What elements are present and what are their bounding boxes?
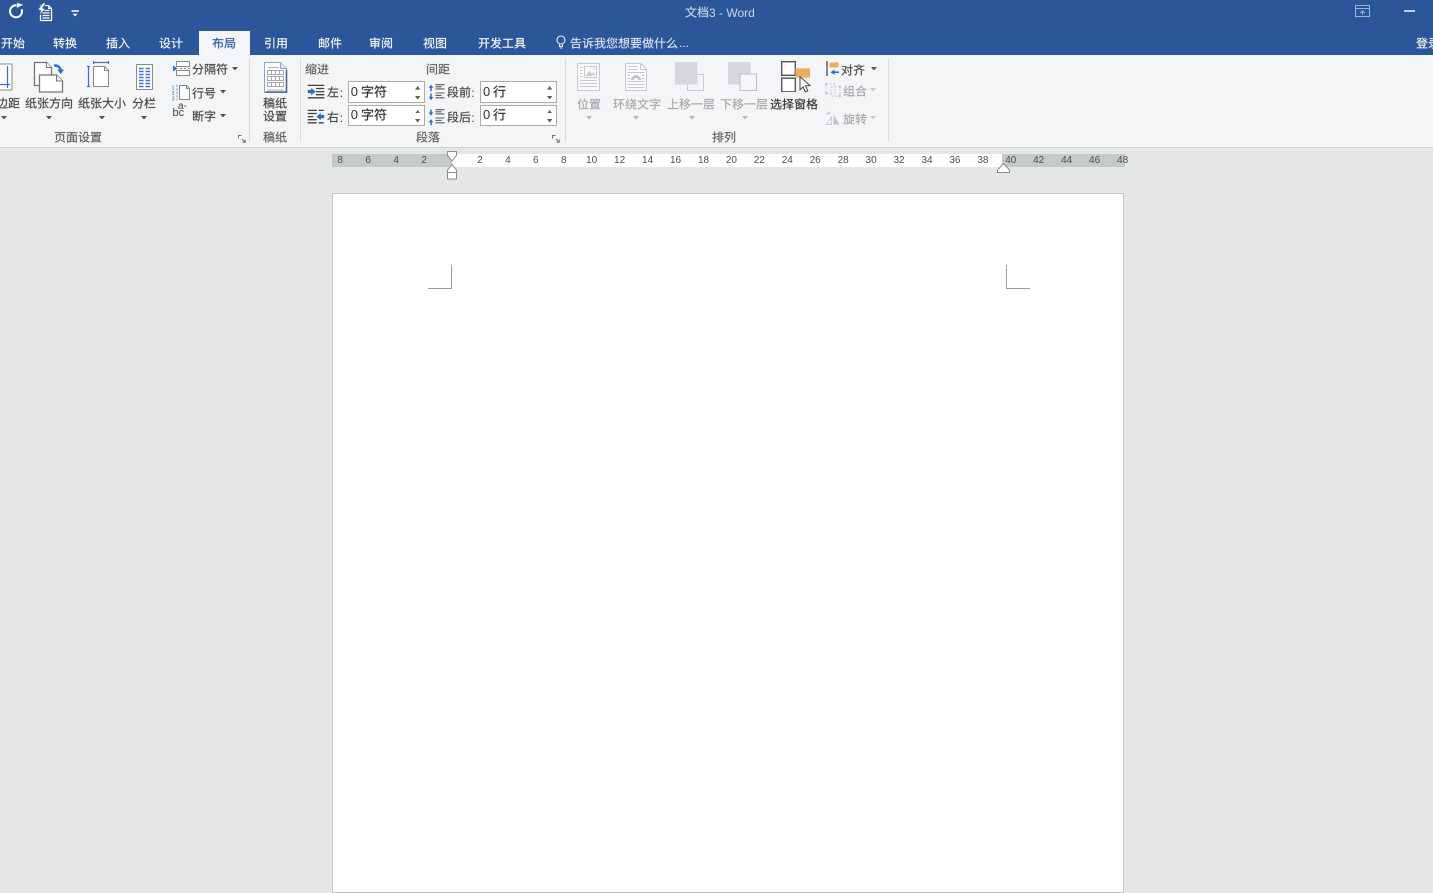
svg-text:3: 3 (172, 97, 175, 102)
